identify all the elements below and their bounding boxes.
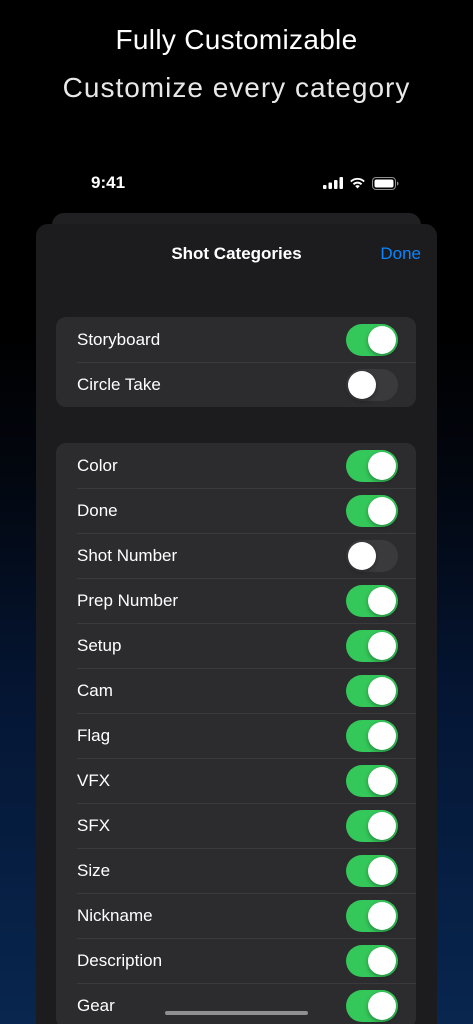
- category-row-gear: Gear: [56, 983, 416, 1024]
- toggle-switch-sfx[interactable]: [346, 809, 398, 842]
- toggle-knob: [368, 811, 396, 840]
- done-button[interactable]: Done: [380, 244, 421, 264]
- toggle-knob: [368, 451, 396, 480]
- category-label: Flag: [77, 725, 111, 745]
- toggle-switch-nickname[interactable]: [346, 899, 398, 932]
- category-label: Nickname: [77, 905, 153, 925]
- toggle-switch-circle-take[interactable]: [346, 368, 398, 401]
- toggle-switch-storyboard[interactable]: [346, 323, 398, 356]
- toggle-switch-gear[interactable]: [346, 989, 398, 1022]
- category-label: VFX: [77, 770, 111, 790]
- category-row-done: Done: [56, 488, 416, 533]
- toggle-knob: [368, 721, 396, 750]
- toggle-knob: [368, 676, 396, 705]
- shot-categories-sheet: Shot Categories Done Storyboard Circle Ta…: [36, 224, 437, 1024]
- battery-icon: [372, 176, 399, 190]
- promo-headline: Fully Customizable: [115, 24, 358, 55]
- category-row-sfx: SFX: [56, 803, 416, 848]
- signal-icon: [323, 177, 343, 189]
- category-label: Shot Number: [77, 545, 178, 565]
- category-row-color: Color: [56, 443, 416, 488]
- toggle-switch-vfx[interactable]: [346, 764, 398, 797]
- toggle-knob: [348, 370, 376, 399]
- category-row-size: Size: [56, 848, 416, 893]
- category-row-cam: Cam: [56, 668, 416, 713]
- category-row-vfx: VFX: [56, 758, 416, 803]
- toggle-switch-flag[interactable]: [346, 719, 398, 752]
- category-row-storyboard: Storyboard: [56, 317, 416, 362]
- category-row-shot-number: Shot Number: [56, 533, 416, 578]
- toggle-switch-setup[interactable]: [346, 629, 398, 662]
- status-time: 9:41: [91, 173, 126, 192]
- category-label: Cam: [77, 680, 113, 700]
- toggle-knob: [368, 856, 396, 885]
- toggle-switch-done[interactable]: [346, 494, 398, 527]
- promo-subheadline: Customize every category: [62, 72, 411, 103]
- category-label: Circle Take: [77, 374, 161, 394]
- category-row-nickname: Nickname: [56, 893, 416, 938]
- category-label: SFX: [77, 815, 111, 835]
- toggle-knob: [368, 325, 396, 354]
- toggle-knob: [368, 766, 396, 795]
- category-label: Gear: [77, 995, 115, 1015]
- category-label: Prep Number: [77, 590, 179, 610]
- wifi-icon: [350, 177, 365, 189]
- categories-group-primary: Storyboard Circle Take: [56, 317, 416, 407]
- category-label: Description: [77, 950, 163, 970]
- category-label: Done: [77, 500, 118, 520]
- toggle-knob: [368, 586, 396, 615]
- category-label: Setup: [77, 635, 122, 655]
- toggle-knob: [368, 946, 396, 975]
- toggle-knob: [368, 901, 396, 930]
- toggle-knob: [368, 991, 396, 1020]
- toggle-switch-shot-number[interactable]: [346, 539, 398, 572]
- toggle-knob: [368, 496, 396, 525]
- category-label: Storyboard: [77, 329, 161, 349]
- toggle-knob: [348, 541, 376, 570]
- category-label: Size: [77, 860, 111, 880]
- status-icons: [323, 176, 399, 190]
- toggle-switch-prep-number[interactable]: [346, 584, 398, 617]
- toggle-switch-color[interactable]: [346, 449, 398, 482]
- category-row-description: Description: [56, 938, 416, 983]
- sheet-title: Shot Categories: [171, 244, 302, 263]
- categories-group-fields: Color Done Shot Number Prep Number Setup Cam F…: [56, 443, 416, 1024]
- toggle-switch-size[interactable]: [346, 854, 398, 887]
- category-row-setup: Setup: [56, 623, 416, 668]
- toggle-switch-description[interactable]: [346, 944, 398, 977]
- toggle-switch-cam[interactable]: [346, 674, 398, 707]
- category-row-flag: Flag: [56, 713, 416, 758]
- category-row-prep-number: Prep Number: [56, 578, 416, 623]
- toggle-knob: [368, 631, 396, 660]
- home-indicator: [165, 1011, 308, 1015]
- category-row-circle-take: Circle Take: [56, 362, 416, 407]
- category-label: Color: [77, 455, 118, 475]
